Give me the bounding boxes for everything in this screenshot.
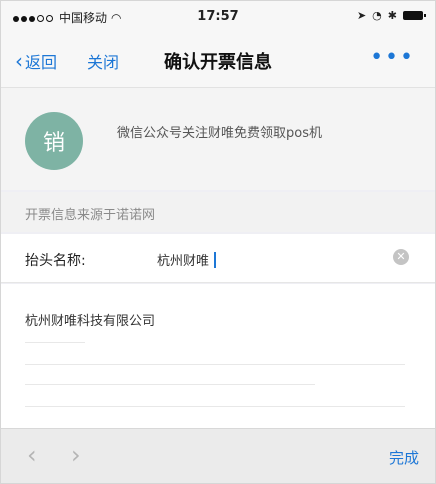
invoice-title-input[interactable]: 杭州财唯 <box>157 250 217 269</box>
next-field-button[interactable]: › <box>71 441 81 469</box>
merchant-logo: 销 <box>25 112 83 170</box>
divider <box>25 342 85 343</box>
invoice-title-value: 杭州财唯 <box>157 254 210 269</box>
merchant-card: 销 微信公众号关注财唯免费领取pos机 <box>1 88 435 190</box>
invoice-title-label: 抬头名称: <box>25 253 86 269</box>
more-options-button[interactable]: ••• <box>370 45 415 70</box>
main-content: 销 微信公众号关注财唯免费领取pos机 开票信息来源于诺诺网 抬头名称: 杭州财… <box>1 88 435 428</box>
alarm-icon: ◔ <box>372 9 382 22</box>
divider <box>25 384 315 385</box>
location-icon: ➤ <box>356 9 367 22</box>
clear-icon[interactable]: ✕ <box>393 249 409 265</box>
status-bar: 中国移动 ◠ 17:57 ➤ ◔ ✱ <box>1 1 435 31</box>
divider <box>25 406 405 407</box>
navigation-bar: ‹ 返回 关闭 确认开票信息 ••• <box>1 31 435 88</box>
promo-text: 微信公众号关注财唯免费领取pos机 <box>117 126 322 141</box>
source-note-text: 开票信息来源于诺诺网 <box>25 208 156 223</box>
screen: 中国移动 ◠ 17:57 ➤ ◔ ✱ ‹ 返回 关闭 确认开票信息 ••• 销 … <box>0 0 436 484</box>
previous-field-button[interactable]: ‹ <box>27 441 37 469</box>
bluetooth-icon: ✱ <box>387 9 397 22</box>
suggestion-item[interactable]: 杭州财唯科技有限公司 <box>25 310 155 329</box>
source-note: 开票信息来源于诺诺网 <box>1 192 435 232</box>
suggestion-list: 杭州财唯科技有限公司 <box>1 284 435 428</box>
battery-icon <box>403 11 426 20</box>
invoice-title-field[interactable]: 抬头名称: 杭州财唯 ✕ <box>1 234 435 283</box>
keyboard-accessory-bar: ‹ › 完成 <box>1 428 435 483</box>
text-cursor <box>214 251 217 268</box>
done-button[interactable]: 完成 <box>389 447 419 468</box>
divider <box>25 364 405 365</box>
